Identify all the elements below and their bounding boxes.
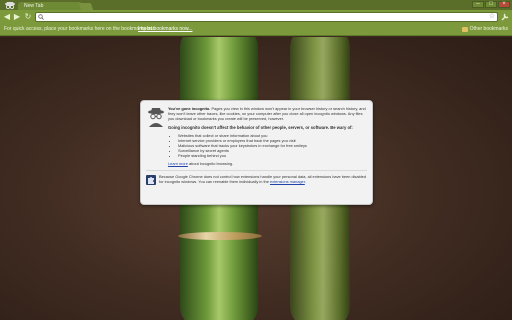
toolbar: ◀ ▶ ↻ ☆ (0, 10, 512, 24)
extensions-text: Because Google Chrome does not control h… (159, 174, 366, 184)
maximize-button[interactable]: □ (485, 1, 497, 8)
bookmark-star-icon[interactable]: ☆ (489, 13, 495, 21)
puzzle-piece-icon (146, 175, 156, 185)
tab-strip: New Tab – □ × (0, 0, 512, 13)
back-button[interactable]: ◀ (2, 12, 12, 22)
new-tab-button[interactable] (78, 3, 94, 10)
bamboo-node (178, 232, 262, 240)
incognito-spy-icon (148, 108, 164, 127)
incognito-info-box: You've gone incognito. Pages you view in… (140, 100, 373, 205)
incognito-intro: You've gone incognito. Pages you view in… (168, 106, 367, 121)
address-bar[interactable]: ☆ (35, 12, 498, 22)
minimize-button[interactable]: – (472, 1, 484, 8)
learn-more-text: about incognito browsing. (189, 161, 234, 166)
extensions-text-end: . (304, 179, 306, 184)
page-content: You've gone incognito. Pages you view in… (0, 37, 512, 320)
list-item: People standing behind you (178, 153, 367, 158)
wrench-icon[interactable] (500, 12, 510, 22)
bookmarks-hint: For quick access, place your bookmarks h… (4, 26, 156, 32)
close-button[interactable]: × (498, 1, 510, 8)
forward-button[interactable]: ▶ (12, 12, 22, 22)
extensions-notice: Because Google Chrome does not control h… (146, 170, 367, 185)
learn-more-link[interactable]: Learn more (168, 161, 188, 166)
reload-button[interactable]: ↻ (23, 12, 33, 22)
tab-label: New Tab (24, 3, 44, 9)
import-bookmarks-link[interactable]: Import bookmarks now... (138, 24, 192, 35)
search-icon (38, 14, 44, 20)
other-bookmarks-label: Other bookmarks (469, 26, 508, 32)
window-controls: – □ × (472, 1, 510, 8)
extensions-manager-link[interactable]: extensions manager (270, 179, 305, 184)
risk-list: Websites that collect or share informati… (178, 133, 367, 158)
other-bookmarks-button[interactable]: Other bookmarks (461, 24, 508, 35)
folder-icon (461, 27, 468, 32)
bookmarks-bar: For quick access, place your bookmarks h… (0, 24, 512, 36)
incognito-warning-heading: Going incognito doesn't affect the behav… (168, 125, 353, 130)
learn-more-line: Learn more about incognito browsing. (168, 161, 367, 166)
